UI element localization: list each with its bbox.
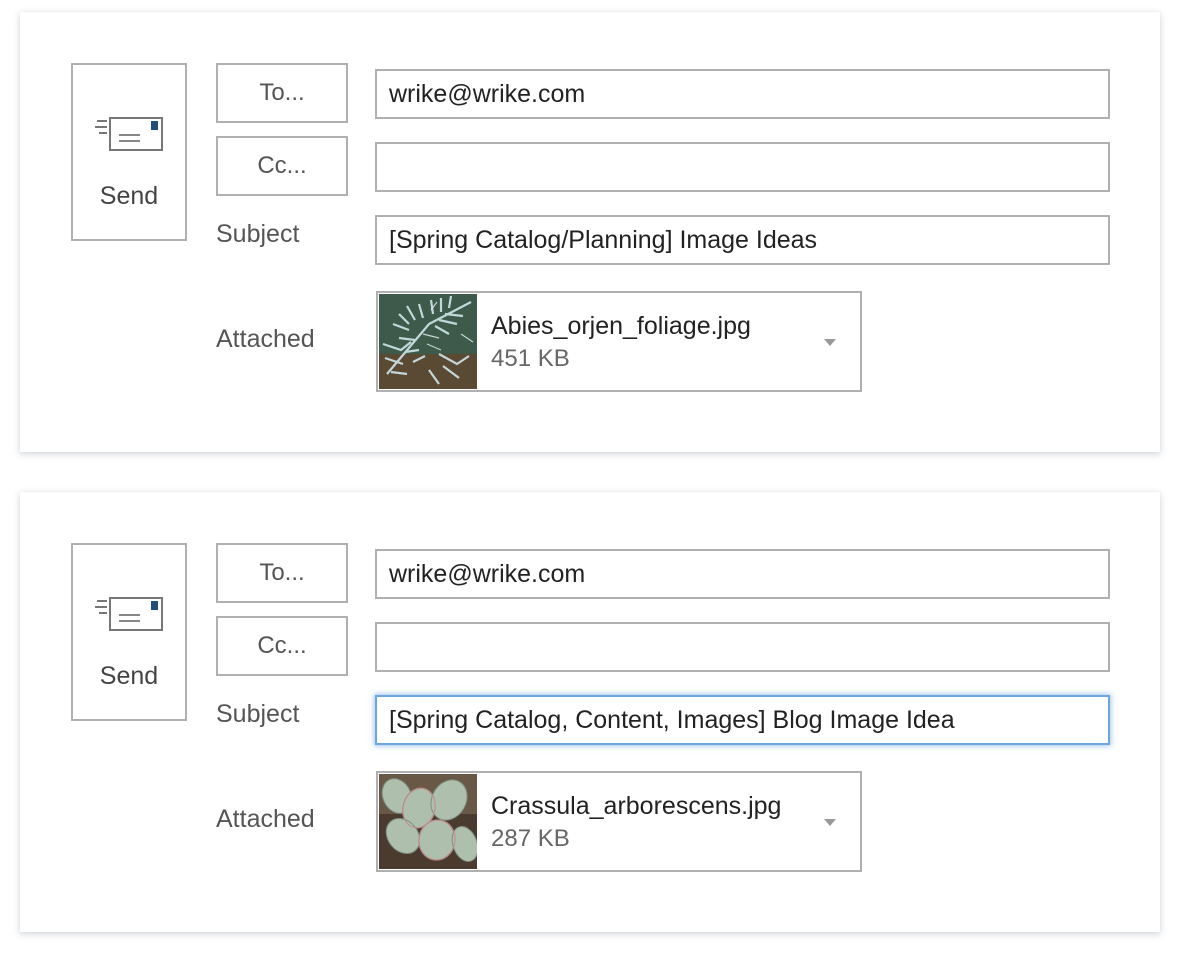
subject-field[interactable]: [Spring Catalog, Content, Images] Blog I… xyxy=(375,695,1110,745)
send-envelope-icon xyxy=(95,117,163,151)
attachment-card[interactable]: Crassula_arborescens.jpg 287 KB xyxy=(376,771,862,872)
attachment-card[interactable]: Abies_orjen_foliage.jpg 451 KB xyxy=(376,291,862,392)
attachment-size: 287 KB xyxy=(491,825,570,852)
cc-field[interactable] xyxy=(375,142,1110,192)
compose-window-1: Send To... Cc... wrike@wrike.com Subject… xyxy=(20,12,1160,452)
subject-label: Subject xyxy=(216,220,300,248)
send-label: Send xyxy=(99,662,159,690)
subject-field[interactable]: [Spring Catalog/Planning] Image Ideas xyxy=(375,215,1110,265)
attachment-size: 451 KB xyxy=(491,345,570,372)
attachment-name: Crassula_arborescens.jpg xyxy=(491,792,782,820)
cc-button[interactable]: Cc... xyxy=(216,136,348,196)
attachment-thumbnail xyxy=(379,294,477,389)
to-button[interactable]: To... xyxy=(216,63,348,123)
send-button[interactable]: Send xyxy=(71,63,187,241)
compose-window-2: Send To... Cc... wrike@wrike.com Subject… xyxy=(20,492,1160,932)
subject-label: Subject xyxy=(216,700,300,728)
cc-button[interactable]: Cc... xyxy=(216,616,348,676)
dropdown-caret-icon[interactable] xyxy=(824,339,836,346)
to-field[interactable]: wrike@wrike.com xyxy=(375,549,1110,599)
attachment-thumbnail xyxy=(379,774,477,869)
attachment-name: Abies_orjen_foliage.jpg xyxy=(491,312,751,340)
send-label: Send xyxy=(99,182,159,210)
attached-label: Attached xyxy=(216,805,315,833)
to-field[interactable]: wrike@wrike.com xyxy=(375,69,1110,119)
to-button[interactable]: To... xyxy=(216,543,348,603)
send-button[interactable]: Send xyxy=(71,543,187,721)
cc-field[interactable] xyxy=(375,622,1110,672)
send-envelope-icon xyxy=(95,597,163,631)
attached-label: Attached xyxy=(216,325,315,353)
dropdown-caret-icon[interactable] xyxy=(824,819,836,826)
